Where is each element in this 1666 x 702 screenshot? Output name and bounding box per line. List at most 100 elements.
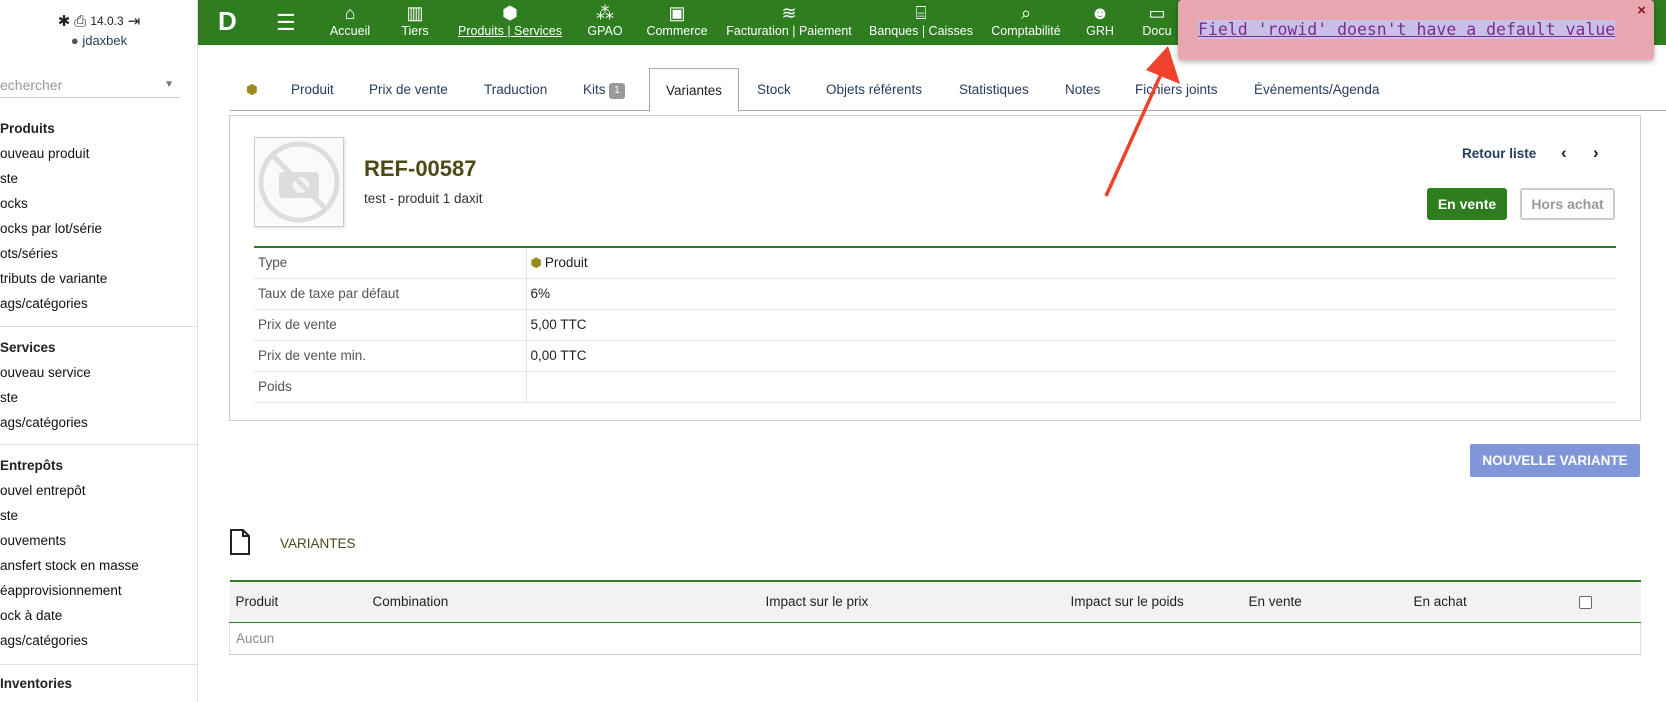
menu-item[interactable]: ouveau produit [0, 141, 197, 166]
select-all-checkbox[interactable] [1578, 596, 1592, 610]
tab-statistiques[interactable]: Statistiques [959, 68, 1029, 111]
product-type-icon: ⬢ [246, 82, 258, 97]
property-value [526, 371, 1616, 403]
briefcase-icon: ▣ [668, 3, 686, 23]
tab-prix-de-vente[interactable]: Prix de vente [369, 68, 448, 111]
menu-item[interactable]: ste [0, 503, 197, 528]
cube-icon: ⬢ [502, 3, 518, 23]
variants-title: VARIANTES [280, 536, 356, 551]
nav-tiers[interactable]: ▥ Tiers [390, 0, 440, 45]
user-link[interactable]: ● jdaxbek [0, 33, 197, 48]
menu-item[interactable]: ocks [0, 191, 197, 216]
select-all-header [1572, 580, 1641, 623]
column-header[interactable]: Impact sur le poids [1064, 580, 1243, 623]
previous-arrow-icon[interactable]: ‹ [1561, 143, 1567, 163]
dolibarr-logo[interactable]: D [218, 6, 242, 36]
column-header[interactable]: Produit [229, 580, 367, 623]
menu-produits: Produits ouveau produit ste ocks ocks pa… [0, 117, 197, 316]
property-key: Poids [254, 371, 527, 403]
next-arrow-icon[interactable]: › [1593, 143, 1599, 163]
tab-traduction[interactable]: Traduction [484, 68, 547, 111]
product-photo-placeholder[interactable] [254, 137, 344, 227]
table-row: Poids [254, 371, 1616, 403]
nav-commerce[interactable]: ▣ Commerce [640, 0, 714, 45]
close-icon[interactable]: × [1637, 2, 1646, 19]
nav-produits-services[interactable]: ⬢ Produits | Services [450, 0, 570, 45]
menu-inventories: Inventories [0, 672, 197, 696]
nav-comptabilite[interactable]: ⌕ Comptabilité [988, 0, 1064, 45]
status-sell-button[interactable]: En vente [1427, 188, 1507, 220]
coins-icon: ≋ [781, 3, 797, 23]
table-row: Prix de vente 5,00 TTC [254, 309, 1616, 341]
menu-item[interactable]: ags/catégories [0, 291, 197, 316]
logout-icon[interactable]: ⇥ [128, 12, 141, 30]
tab-variantes[interactable]: Variantes [649, 68, 740, 112]
menu-item[interactable]: ots/séries [0, 241, 197, 266]
menu-head-inventories[interactable]: Inventories [0, 672, 197, 696]
menu-entrepots: Entrepôts ouvel entrepôt ste ouvements a… [0, 454, 197, 653]
cubes-icon: ⁂ [596, 3, 614, 23]
menu-item[interactable]: ock à date [0, 603, 197, 628]
table-row: Taux de taxe par défaut 6% [254, 278, 1616, 310]
menu-head-services[interactable]: Services [0, 336, 197, 360]
new-variant-button[interactable]: NOUVELLE VARIANTE [1470, 444, 1640, 477]
nav-banques[interactable]: ⌸ Banques | Caisses [866, 0, 976, 45]
property-key: Prix de vente min. [254, 340, 527, 372]
table-row: Type ⬢ Produit [254, 247, 1616, 279]
nav-facturation[interactable]: ≋ Facturation | Paiement [722, 0, 856, 45]
nav-accueil[interactable]: ⌂ Accueil [310, 0, 390, 45]
menu-item[interactable]: tributs de variante [0, 266, 197, 291]
menu-services: Services ouveau service ste ags/catégori… [0, 336, 197, 435]
tab-stock[interactable]: Stock [757, 68, 791, 111]
bug-icon[interactable]: ✱ [58, 12, 71, 30]
nav-grh[interactable]: ☻ GRH [1078, 0, 1122, 45]
cube-icon: ⬢ [530, 254, 542, 270]
login-block: ✱ ⎙ 14.0.3 ⇥ ● jdaxbek [0, 12, 197, 49]
column-header[interactable]: En achat [1407, 580, 1573, 623]
menu-item[interactable]: ste [0, 385, 197, 410]
menu-item[interactable]: ags/catégories [0, 628, 197, 653]
print-icon[interactable]: ⎙ [74, 13, 86, 30]
product-tabs: ⬢ Produit Prix de vente Traduction Kits … [230, 68, 1666, 112]
column-header[interactable]: Impact sur le prix [759, 580, 1065, 623]
tab-notes[interactable]: Notes [1065, 68, 1100, 111]
nav-gpao[interactable]: ⁂ GPAO [580, 0, 630, 45]
menu-head-produits[interactable]: Produits [0, 117, 197, 141]
menu-divider [0, 664, 197, 665]
no-photo-icon [258, 141, 340, 223]
product-label: test - produit 1 daxit [364, 191, 483, 206]
menu-divider [0, 444, 197, 445]
menu-item[interactable]: ouvel entrepôt [0, 478, 197, 503]
menu-item[interactable]: ags/catégories [0, 410, 197, 435]
property-value: 6% [526, 278, 1616, 310]
user-tie-icon: ☻ [1090, 3, 1110, 23]
menu-item[interactable]: ouvements [0, 528, 197, 553]
tab-objets-referents[interactable]: Objets référents [826, 68, 922, 111]
tab-evenements[interactable]: Événements/Agenda [1254, 68, 1379, 111]
bank-icon: ⌸ [915, 3, 927, 23]
product-card: REF-00587 test - produit 1 daxit Retour … [229, 115, 1641, 421]
tab-kits[interactable]: Kits 1 [583, 68, 625, 111]
column-header[interactable]: En vente [1242, 580, 1408, 623]
chevron-down-icon[interactable]: ▼ [164, 79, 174, 90]
table-header-row: Produit Combination Impact sur le prix I… [229, 580, 1641, 623]
nav-documents[interactable]: ▭ Docu [1132, 0, 1182, 45]
status-buy-button[interactable]: Hors achat [1520, 188, 1615, 220]
menu-item[interactable]: ste [0, 166, 197, 191]
menu-item[interactable]: ouveau service [0, 360, 197, 385]
menu-item[interactable]: ocks par lot/série [0, 216, 197, 241]
table-row: Prix de vente min. 0,00 TTC [254, 340, 1616, 372]
tab-fichiers-joints[interactable]: Fichiers joints [1135, 68, 1218, 111]
menu-head-entrepots[interactable]: Entrepôts [0, 454, 197, 478]
menu-item[interactable]: ansfert stock en masse [0, 553, 197, 578]
menu-item[interactable]: éapprovisionnement [0, 578, 197, 603]
column-header[interactable]: Combination [366, 580, 760, 623]
back-to-list-link[interactable]: Retour liste [1462, 146, 1536, 161]
empty-row: Aucun [229, 622, 1641, 655]
hamburger-icon[interactable]: ☰ [276, 10, 296, 36]
left-sidebar: ✱ ⎙ 14.0.3 ⇥ ● jdaxbek echercher ▼ Produ… [0, 0, 198, 702]
search-input[interactable]: echercher ▼ [0, 72, 180, 98]
product-properties-table: Type ⬢ Produit Taux de taxe par défaut 6%… [254, 246, 1616, 403]
error-message: Field 'rowid' doesn't have a default val… [1198, 20, 1616, 39]
tab-produit[interactable]: Produit [291, 68, 334, 111]
